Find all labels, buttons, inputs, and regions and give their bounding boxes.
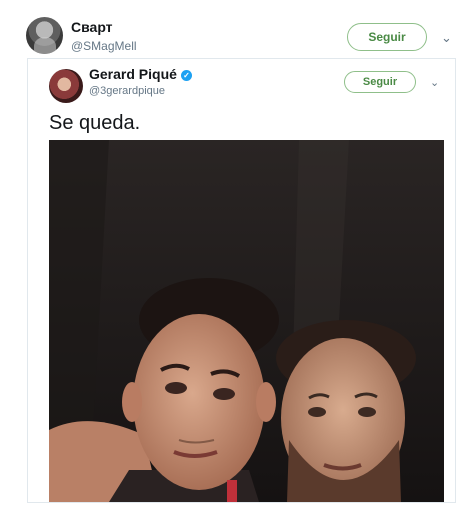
chevron-down-icon[interactable]: ⌄ xyxy=(430,78,439,89)
quoted-avatar[interactable] xyxy=(49,69,83,103)
user-handle[interactable]: @SMagMell xyxy=(71,39,137,53)
display-name[interactable]: Сварт xyxy=(71,19,113,35)
selfie-photo xyxy=(49,140,444,502)
tweet-text: Se queda. xyxy=(49,112,141,134)
quoted-user-handle[interactable]: @3gerardpique xyxy=(89,85,165,97)
quoted-tweet-card[interactable]: Gerard Piqué ✓ @3gerardpique Seguir ⌄ Se … xyxy=(27,58,456,503)
chevron-down-icon[interactable]: ⌄ xyxy=(441,31,452,44)
follow-button[interactable]: Seguir xyxy=(347,23,427,51)
quoted-follow-button[interactable]: Seguir xyxy=(344,71,416,93)
quoted-display-name[interactable]: Gerard Piqué ✓ xyxy=(89,66,192,82)
verified-badge-icon: ✓ xyxy=(180,70,192,81)
quoted-display-name-text: Gerard Piqué xyxy=(89,66,177,82)
tweet-photo[interactable] xyxy=(49,140,444,502)
avatar[interactable] xyxy=(26,17,63,54)
